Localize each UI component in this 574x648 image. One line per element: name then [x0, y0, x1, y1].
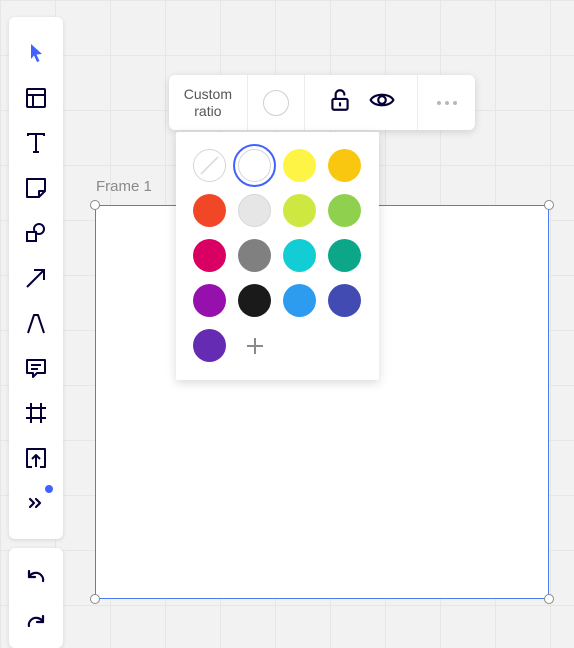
left-toolbar [9, 17, 63, 539]
history-toolbar [9, 548, 63, 648]
template-icon[interactable] [21, 83, 51, 113]
lock-visibility-group [305, 75, 418, 130]
comment-icon[interactable] [21, 353, 51, 383]
frame-title[interactable]: Frame 1 [96, 178, 152, 195]
aspect-ratio-label-line1: Custom [183, 85, 232, 102]
color-swatch[interactable] [193, 239, 226, 272]
color-swatch[interactable] [233, 144, 276, 187]
upload-icon[interactable] [21, 443, 51, 473]
color-swatch[interactable] [193, 284, 226, 317]
color-swatch[interactable] [328, 239, 361, 272]
fill-color-button[interactable] [248, 75, 304, 130]
resize-handle-bottom-right[interactable] [544, 594, 554, 604]
add-color-icon[interactable] [238, 329, 271, 362]
color-swatch[interactable] [328, 194, 361, 227]
resize-handle-bottom-left[interactable] [90, 594, 100, 604]
no-color-swatch[interactable] [193, 149, 226, 182]
unlock-icon[interactable] [327, 87, 353, 118]
color-swatch[interactable] [193, 329, 226, 362]
select-icon[interactable] [21, 38, 51, 68]
sticky-note-icon[interactable] [21, 173, 51, 203]
more-options-button[interactable] [418, 75, 475, 130]
resize-handle-top-left[interactable] [90, 200, 100, 210]
color-swatch[interactable] [283, 149, 316, 182]
color-swatch[interactable] [238, 284, 271, 317]
current-color-swatch [262, 89, 289, 116]
pen-icon[interactable] [21, 308, 51, 338]
resize-handle-top-right[interactable] [544, 200, 554, 210]
frame-icon[interactable] [21, 398, 51, 428]
redo-icon[interactable] [21, 608, 51, 638]
color-swatch[interactable] [328, 149, 361, 182]
eye-icon[interactable] [369, 87, 395, 118]
more-dots-icon [436, 100, 457, 105]
text-icon[interactable] [21, 128, 51, 158]
color-swatch[interactable] [238, 239, 271, 272]
arrow-icon[interactable] [21, 263, 51, 293]
color-swatch[interactable] [328, 284, 361, 317]
shapes-icon[interactable] [21, 218, 51, 248]
undo-icon[interactable] [21, 563, 51, 593]
color-swatch[interactable] [238, 194, 271, 227]
aspect-ratio-label-line2: ratio [194, 102, 222, 119]
color-swatch[interactable] [283, 194, 316, 227]
aspect-ratio-button[interactable]: Custom ratio [169, 75, 247, 130]
notification-dot [45, 485, 53, 493]
frame-context-toolbar: Custom ratio [169, 75, 475, 130]
color-swatch[interactable] [283, 239, 316, 272]
color-swatch[interactable] [193, 194, 226, 227]
color-swatch[interactable] [283, 284, 316, 317]
